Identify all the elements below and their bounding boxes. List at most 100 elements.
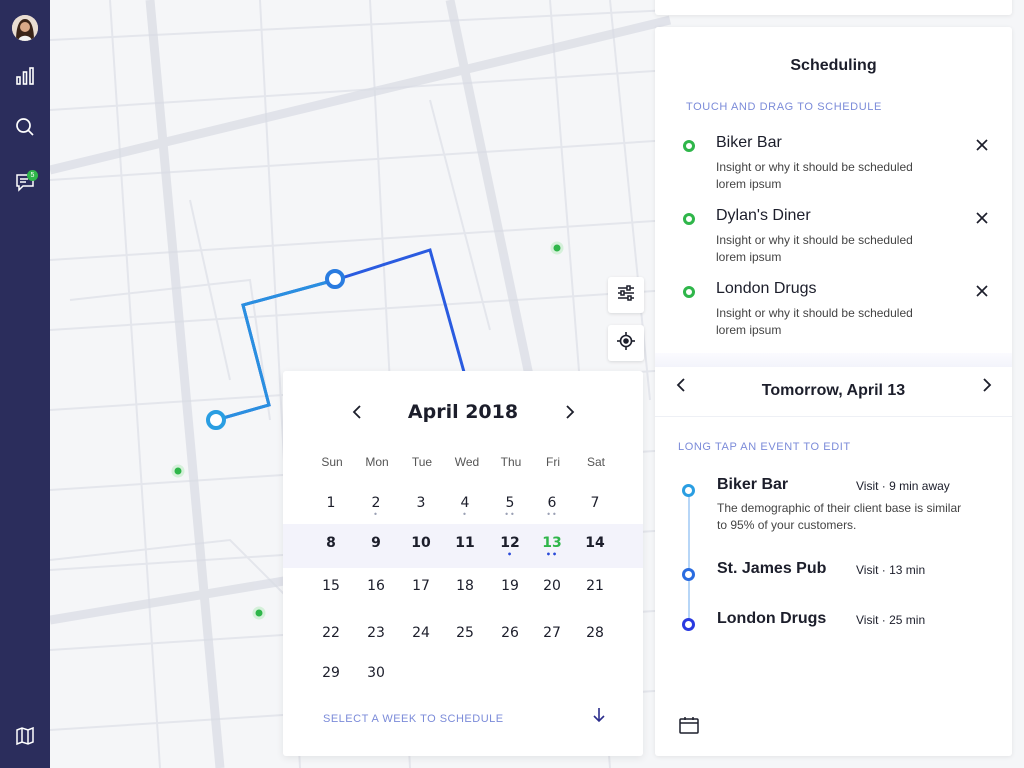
close-icon: [976, 138, 988, 156]
scheduling-panel: Scheduling TOUCH AND DRAG TO SCHEDULE Bi…: [655, 27, 1012, 756]
suggestion-desc: Insight or why it should be scheduled lo…: [716, 306, 913, 337]
expand-down-button[interactable]: [589, 705, 609, 729]
suggestion-name: Dylan's Diner: [716, 207, 811, 224]
calendar-month-title: April 2018: [407, 401, 519, 423]
dismiss-button[interactable]: [973, 284, 991, 302]
next-day-button[interactable]: [972, 372, 1002, 402]
calendar-day[interactable]: 10: [401, 529, 441, 557]
filter-icon: [617, 284, 635, 307]
schedule-suggestion[interactable]: London Drugs Insight or why it should be…: [655, 276, 1012, 342]
calendar-day[interactable]: 12 •: [490, 529, 530, 559]
suggestion-name: Biker Bar: [716, 134, 782, 151]
weekday-label: Thu: [500, 455, 522, 469]
weekday-label: Tue: [411, 455, 433, 469]
divider: [655, 416, 1012, 417]
close-icon: [976, 284, 988, 302]
panel-title: Scheduling: [790, 57, 877, 74]
calendar-popup: April 2018 Sun Mon Tue Wed Thu Fri Sat 1…: [283, 371, 643, 756]
bar-chart-icon: [15, 66, 35, 91]
suggestion-desc: Insight or why it should be scheduled lo…: [716, 233, 913, 264]
dismiss-button[interactable]: [973, 138, 991, 156]
map-icon: [15, 726, 35, 751]
event-meta: Visit · 13 min: [856, 563, 926, 577]
calendar-day[interactable]: 22: [311, 619, 351, 647]
weekday-label: Wed: [454, 455, 480, 469]
timeline-dot: [682, 484, 695, 497]
sidebar: 5: [0, 0, 50, 768]
select-week-link[interactable]: SELECT A WEEK TO SCHEDULE: [323, 713, 504, 725]
calendar-day[interactable]: 3: [401, 489, 441, 517]
suggestion-desc: Insight or why it should be scheduled lo…: [716, 160, 913, 191]
calendar-button[interactable]: [677, 715, 701, 739]
map-locate-button[interactable]: [608, 325, 644, 361]
weekday-label: Sun: [321, 455, 343, 469]
calendar-day[interactable]: 1: [311, 489, 351, 517]
calendar-day[interactable]: 5 ••: [490, 489, 530, 519]
search-button[interactable]: [0, 109, 50, 149]
calendar-day[interactable]: 20: [532, 572, 572, 600]
chevron-right-icon: [982, 377, 992, 397]
calendar-day[interactable]: 30: [356, 659, 396, 687]
calendar-day[interactable]: 26: [490, 619, 530, 647]
schedule-suggestion[interactable]: Dylan's Diner Insight or why it should b…: [655, 203, 1012, 269]
message-count-badge: 5: [27, 170, 38, 181]
calendar-day[interactable]: 24: [401, 619, 441, 647]
calendar-icon: [679, 716, 699, 739]
calendar-day[interactable]: 19: [490, 572, 530, 600]
calendar-day-highlighted[interactable]: 13 ••: [532, 529, 572, 559]
calendar-day[interactable]: 17: [401, 572, 441, 600]
event-name: London Drugs: [717, 610, 827, 627]
schedule-suggestion[interactable]: Biker Bar Insight or why it should be sc…: [655, 130, 1012, 196]
map-filter-button[interactable]: [608, 277, 644, 313]
calendar-day[interactable]: 23: [356, 619, 396, 647]
arrow-down-icon: [593, 707, 605, 728]
calendar-day[interactable]: 15: [311, 572, 351, 600]
messages-button[interactable]: 5: [0, 164, 50, 204]
analytics-button[interactable]: [0, 58, 50, 98]
avatar: [12, 15, 38, 41]
profile-button[interactable]: [0, 8, 50, 48]
calendar-day[interactable]: 11: [445, 529, 485, 557]
event-name: St. James Pub: [717, 560, 827, 577]
calendar-day[interactable]: 4 •: [445, 489, 485, 519]
calendar-day[interactable]: 29: [311, 659, 351, 687]
close-icon: [976, 211, 988, 229]
status-dot: [683, 213, 695, 225]
calendar-day[interactable]: 14: [575, 529, 615, 557]
calendar-day[interactable]: 25: [445, 619, 485, 647]
calendar-day[interactable]: 9: [356, 529, 396, 557]
day-title: Tomorrow, April 13: [761, 382, 906, 399]
search-icon: [15, 117, 35, 142]
calendar-day[interactable]: 2 •: [356, 489, 396, 519]
calendar-day[interactable]: 16: [356, 572, 396, 600]
weekday-label: Mon: [365, 455, 389, 469]
timeline-dot: [682, 568, 695, 581]
calendar-day[interactable]: 28: [575, 619, 615, 647]
dismiss-button[interactable]: [973, 211, 991, 229]
timeline-line: [688, 493, 690, 623]
map-view-button[interactable]: [0, 718, 50, 758]
calendar-day[interactable]: 27: [532, 619, 572, 647]
next-month-button[interactable]: [555, 399, 585, 429]
calendar-day[interactable]: 6 ••: [532, 489, 572, 519]
suggestion-name: London Drugs: [716, 280, 817, 297]
chevron-right-icon: [565, 404, 575, 424]
event-meta: Visit · 9 min away: [856, 479, 950, 493]
status-dot: [683, 140, 695, 152]
weekday-label: Sat: [586, 455, 605, 469]
event-desc: The demographic of their client base is …: [717, 501, 962, 532]
section-divider: [655, 353, 1012, 367]
calendar-day[interactable]: 8: [311, 529, 351, 557]
drag-caption: TOUCH AND DRAG TO SCHEDULE: [686, 101, 882, 113]
top-card: [655, 0, 1012, 15]
timeline-dot: [682, 618, 695, 631]
calendar-day[interactable]: 21: [575, 572, 615, 600]
status-dot: [683, 286, 695, 298]
weekday-label: Fri: [546, 455, 560, 469]
edit-caption: LONG TAP AN EVENT TO EDIT: [678, 441, 851, 453]
event-meta: Visit · 25 min: [856, 613, 926, 627]
calendar-day[interactable]: 7: [575, 489, 615, 517]
event-name: Biker Bar: [717, 476, 789, 493]
locate-icon: [617, 331, 635, 355]
calendar-day[interactable]: 18: [445, 572, 485, 600]
